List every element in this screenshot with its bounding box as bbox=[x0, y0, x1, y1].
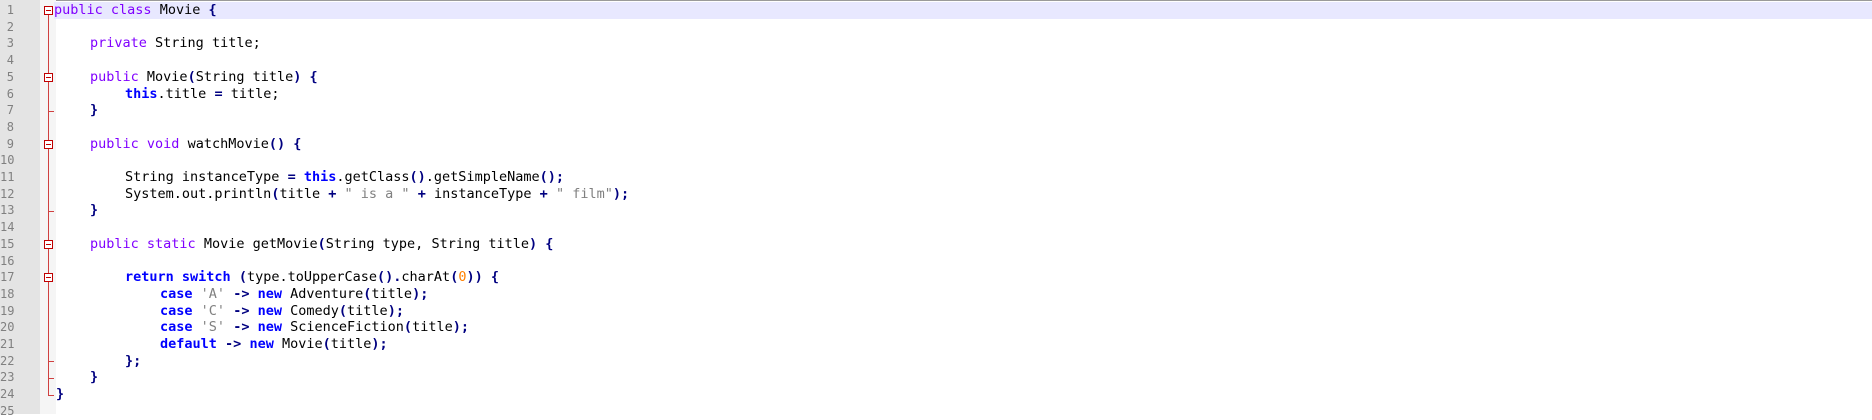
code-area[interactable]: public class Movie { private String titl… bbox=[54, 0, 1872, 414]
fold-margin bbox=[40, 0, 56, 414]
fold-toggle-icon[interactable] bbox=[44, 6, 53, 15]
fold-toggle-icon[interactable] bbox=[44, 273, 53, 282]
line-number: 2 bbox=[6, 19, 14, 34]
fold-toggle-icon[interactable] bbox=[44, 240, 53, 249]
line-number: 3 bbox=[6, 36, 14, 51]
line-number: 6 bbox=[6, 86, 14, 101]
code-line-3: private String title; bbox=[90, 35, 261, 52]
code-line-24: } bbox=[56, 386, 65, 403]
fold-end-tick bbox=[48, 111, 54, 112]
line-number: 23 bbox=[0, 370, 15, 385]
line-number: 17 bbox=[0, 270, 15, 285]
line-number: 10 bbox=[0, 153, 15, 168]
line-number: 16 bbox=[0, 253, 15, 268]
line-number: 13 bbox=[0, 203, 15, 218]
fold-guide-line bbox=[48, 15, 49, 395]
fold-toggle-icon[interactable] bbox=[44, 140, 53, 149]
line-number-gutter: 1 2 3 4 5 6 7 8 9 10 11 12 13 14 15 16 1… bbox=[0, 0, 40, 418]
code-line-23: } bbox=[90, 369, 99, 386]
line-number: 21 bbox=[0, 337, 15, 351]
line-number: 7 bbox=[6, 103, 14, 118]
code-line-19: case 'C' -> new Comedy(title); bbox=[160, 302, 404, 319]
code-line-5: public Movie(String title) { bbox=[90, 68, 318, 85]
code-line-13: } bbox=[90, 202, 99, 219]
code-editor[interactable]: 1 2 3 4 5 6 7 8 9 10 11 12 13 14 15 16 1… bbox=[0, 0, 1872, 418]
code-line-1: public class Movie { bbox=[54, 2, 1872, 19]
code-line-18: case 'A' -> new Adventure(title); bbox=[160, 285, 429, 302]
code-line-15: public static Movie getMovie(String type… bbox=[90, 235, 554, 252]
line-number: 25 bbox=[0, 403, 15, 418]
fold-end-tick bbox=[48, 211, 54, 212]
code-line-6: this.title = title; bbox=[125, 85, 280, 102]
line-number: 9 bbox=[6, 136, 14, 151]
line-number: 18 bbox=[0, 286, 15, 301]
line-number: 20 bbox=[0, 320, 15, 335]
code-line-11: String instanceType = this.getClass().ge… bbox=[125, 169, 564, 185]
code-line-21: default -> new Movie(title); bbox=[160, 336, 388, 352]
line-number: 22 bbox=[0, 353, 15, 368]
line-number: 24 bbox=[0, 387, 15, 402]
line-number: 8 bbox=[6, 119, 14, 134]
line-number: 1 bbox=[6, 3, 14, 17]
code-line-7: } bbox=[90, 102, 99, 119]
code-line-17: return switch (type.toUpperCase().charAt… bbox=[125, 269, 500, 286]
fold-end-tick bbox=[48, 395, 54, 396]
line-number: 14 bbox=[0, 220, 15, 235]
code-line-22: }; bbox=[125, 352, 142, 369]
line-number: 11 bbox=[0, 170, 15, 184]
code-line-9: public void watchMovie() { bbox=[90, 135, 302, 152]
line-number: 15 bbox=[0, 236, 15, 251]
fold-end-tick bbox=[48, 361, 54, 362]
line-number: 19 bbox=[0, 303, 15, 318]
line-number: 4 bbox=[6, 53, 14, 68]
line-number: 12 bbox=[0, 186, 15, 201]
code-line-20: case 'S' -> new ScienceFiction(title); bbox=[160, 319, 469, 336]
fold-end-tick bbox=[48, 378, 54, 379]
line-number: 5 bbox=[6, 69, 14, 84]
fold-toggle-icon[interactable] bbox=[44, 73, 53, 82]
code-line-12: System.out.println(title + " is a " + in… bbox=[125, 185, 630, 202]
